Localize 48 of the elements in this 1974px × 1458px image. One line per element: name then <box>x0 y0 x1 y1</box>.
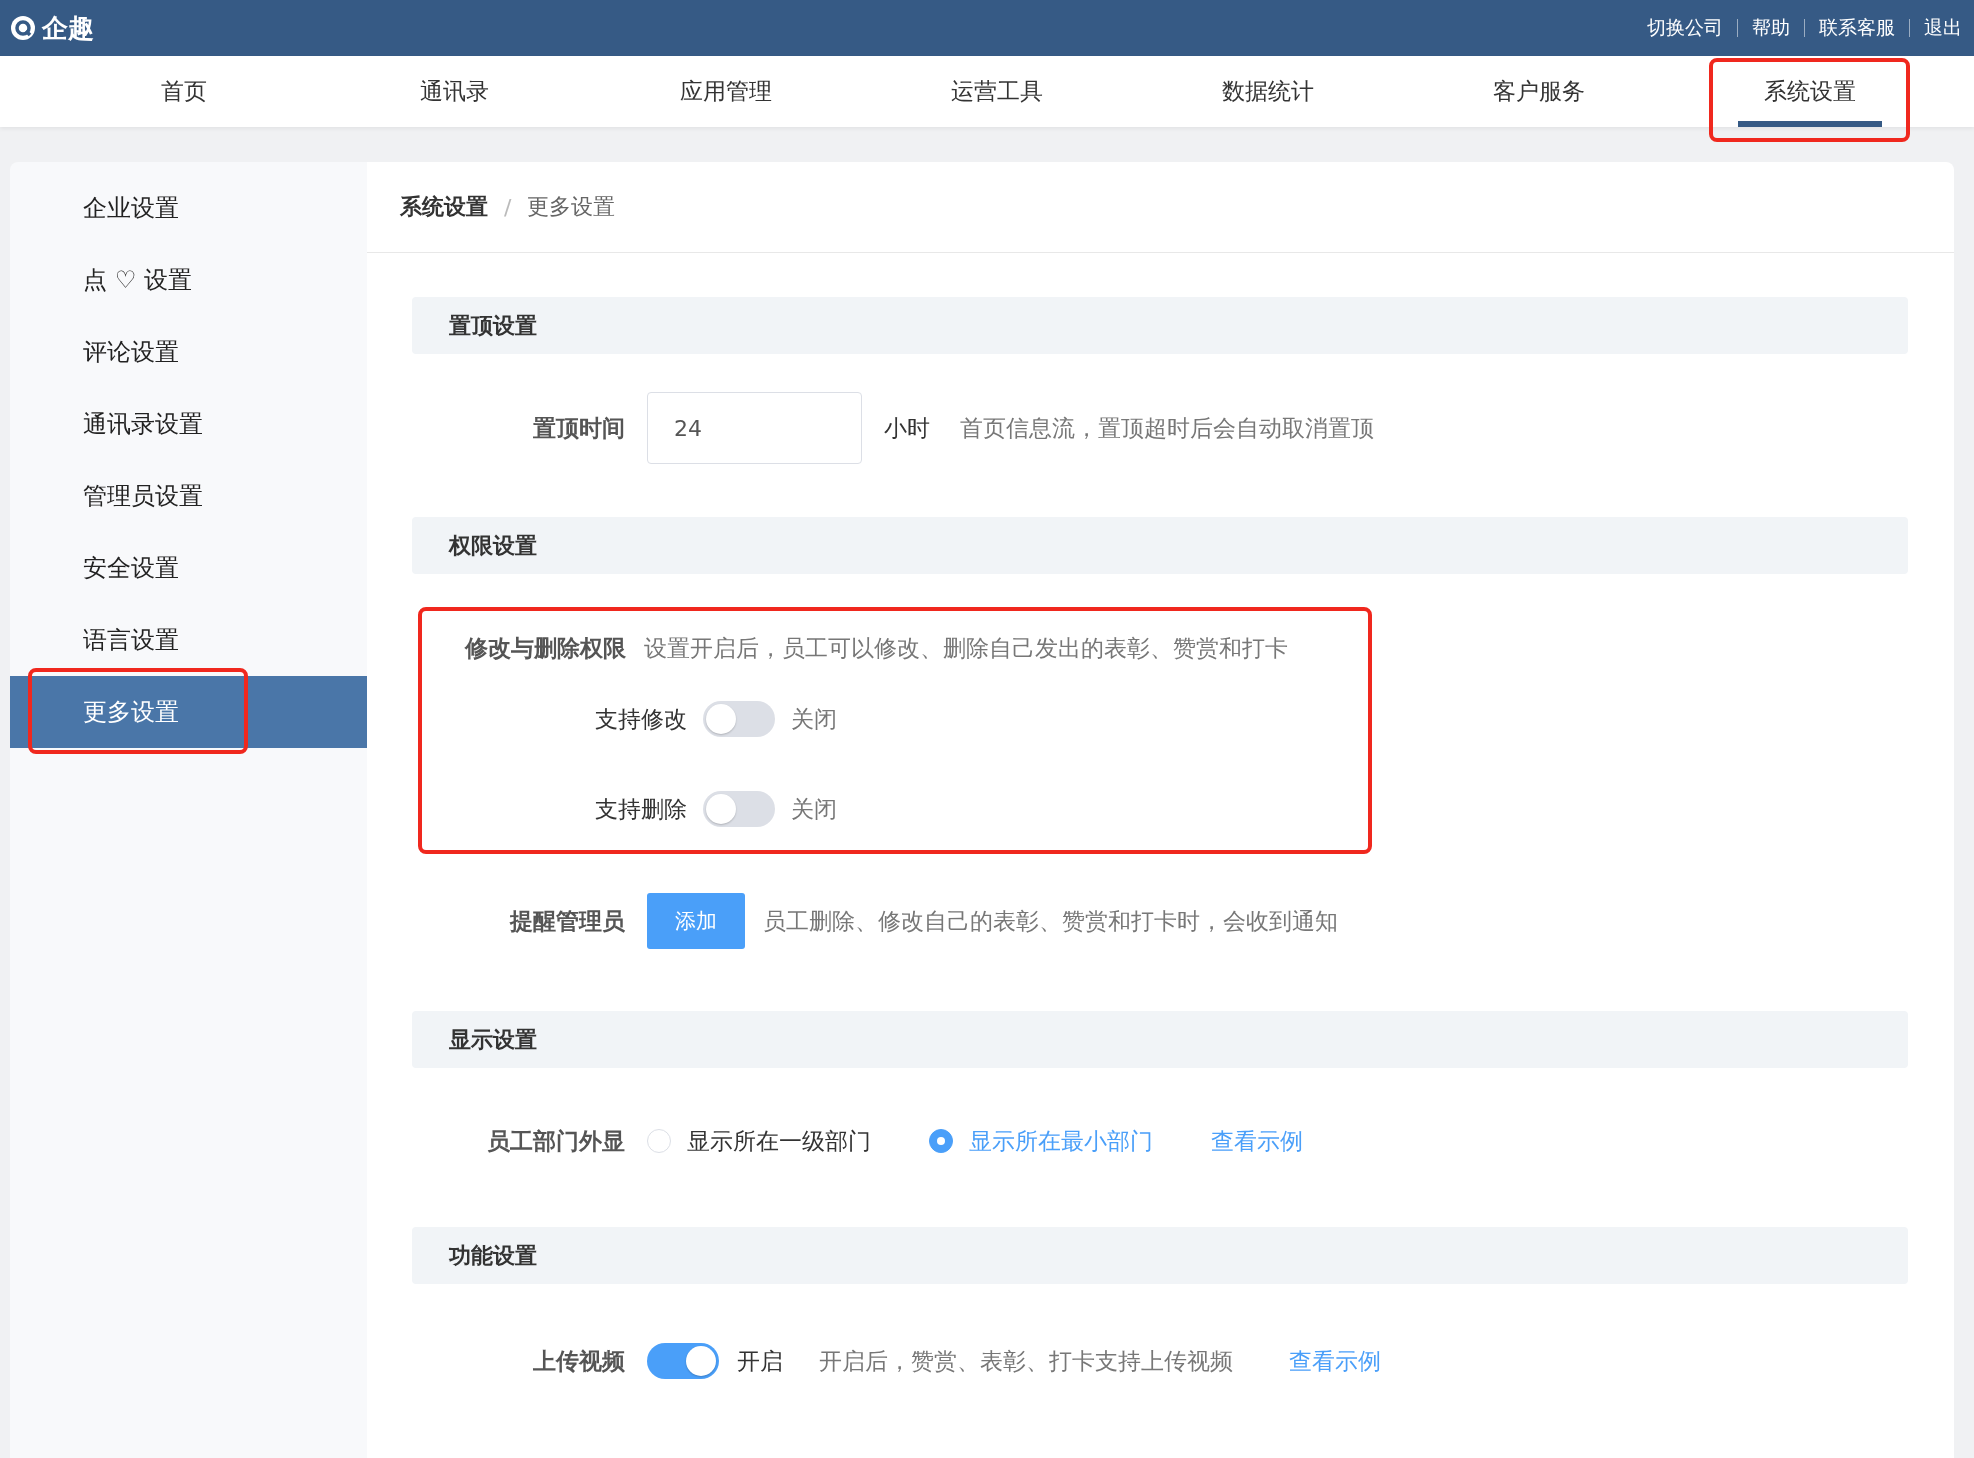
logo-icon <box>10 15 36 41</box>
sidebar-item[interactable]: 点 ♡ 设置 <box>10 244 367 316</box>
sidebar-item[interactable]: 通讯录设置 <box>10 388 367 460</box>
hint-text: 设置开启后，员工可以修改、删除自己发出的表彰、赞赏和打卡 <box>644 633 1288 663</box>
field-label: 提醒管理员 <box>508 906 625 936</box>
header-link[interactable]: 退出 <box>1924 15 1962 41</box>
toggle-label: 支持修改 <box>595 704 687 734</box>
toggle-switch[interactable] <box>647 1343 719 1379</box>
hint-text: 员工删除、修改自己的表彰、赞赏和打卡时，会收到通知 <box>763 906 1338 936</box>
toggle-label: 支持删除 <box>595 794 687 824</box>
unit-label: 小时 <box>884 413 930 443</box>
input-field[interactable]: 24 <box>647 392 862 464</box>
nav-tab[interactable]: 首页 <box>103 56 264 127</box>
section-header: 置顶设置 <box>412 297 1908 354</box>
nav-tab[interactable]: 系统设置 <box>1729 56 1890 127</box>
header-link[interactable]: 帮助 <box>1752 15 1790 41</box>
sidebar-item[interactable]: 语言设置 <box>10 604 367 676</box>
toggle-state: 关闭 <box>791 704 837 734</box>
field-label: 修改与删除权限 <box>463 633 626 663</box>
radio-option[interactable]: 显示所在一级部门 <box>647 1125 871 1157</box>
hint-text: 开启后，赞赏、表彰、打卡支持上传视频 <box>819 1346 1233 1376</box>
field-label: 员工部门外显 <box>486 1126 625 1156</box>
logo-text: 企趣 <box>42 11 94 45</box>
field-label: 置顶时间 <box>532 413 625 443</box>
nav-tab[interactable]: 运营工具 <box>916 56 1077 127</box>
toggle-switch[interactable] <box>703 701 775 737</box>
header-link[interactable]: 切换公司 <box>1647 15 1723 41</box>
header-link[interactable]: 联系客服 <box>1819 15 1895 41</box>
breadcrumb-item: 更多设置 <box>527 193 616 221</box>
section-header: 显示设置 <box>412 1011 1908 1068</box>
nav-tab[interactable]: 客户服务 <box>1458 56 1619 127</box>
toggle-switch[interactable] <box>703 791 775 827</box>
nav-tab[interactable]: 数据统计 <box>1187 56 1348 127</box>
section-header: 功能设置 <box>412 1227 1908 1284</box>
toggle-state: 开启 <box>737 1346 783 1376</box>
section-header: 权限设置 <box>412 517 1908 574</box>
sidebar-item[interactable]: 管理员设置 <box>10 460 367 532</box>
field-label: 上传视频 <box>532 1346 625 1376</box>
nav-tab[interactable]: 通讯录 <box>374 56 535 127</box>
sidebar-item[interactable]: 企业设置 <box>10 172 367 244</box>
nav-tab[interactable]: 应用管理 <box>645 56 806 127</box>
breadcrumb-item[interactable]: 系统设置 <box>400 192 488 222</box>
sidebar-item[interactable]: 评论设置 <box>10 316 367 388</box>
sidebar-item[interactable]: 更多设置 <box>10 676 367 748</box>
breadcrumb-separator: / <box>504 194 512 220</box>
sidebar-item[interactable]: 安全设置 <box>10 532 367 604</box>
hint-text: 首页信息流，置顶超时后会自动取消置顶 <box>960 413 1374 443</box>
toggle-state: 关闭 <box>791 794 837 824</box>
